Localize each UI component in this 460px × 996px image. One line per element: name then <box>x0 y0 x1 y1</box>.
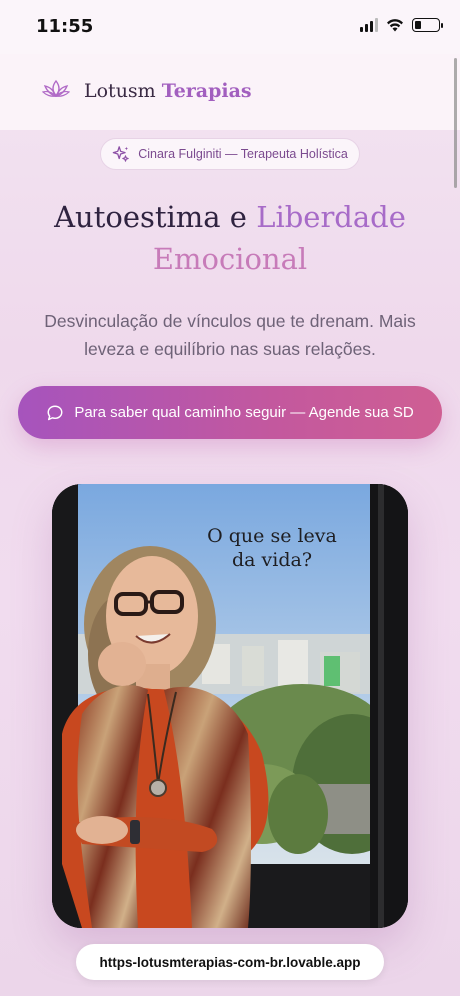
schedule-session-label: Para saber qual caminho seguir — Agende … <box>74 404 414 421</box>
schedule-session-button[interactable]: Para saber qual caminho seguir — Agende … <box>18 386 442 439</box>
cellular-signal-icon <box>360 18 378 32</box>
wifi-icon <box>387 19 403 32</box>
browser-url-bar[interactable]: https-lotusmterapias-com-br.lovable.app <box>76 944 384 980</box>
therapist-badge: Cinara Fulginiti — Terapeuta Holística <box>100 138 360 170</box>
hero-title-part2: Liberdade <box>256 200 406 234</box>
status-icons <box>360 18 443 32</box>
hero-title-part3: Emocional <box>152 242 308 276</box>
sparkles-icon <box>112 146 129 162</box>
photo-caption: O que se leva da vida? <box>207 525 337 571</box>
status-bar: 11:55 <box>0 0 460 54</box>
hero-subtitle: Desvinculação de vínculos que te drenam.… <box>44 311 416 359</box>
battery-icon <box>412 18 443 32</box>
therapist-photo: O que se leva da vida? <box>52 484 408 928</box>
brand-name-main: Lotusm <box>84 80 162 102</box>
lotus-icon[interactable] <box>42 78 70 100</box>
brand-name-accent: Terapias <box>161 80 252 102</box>
site-header: Lotusm Terapias <box>0 54 460 130</box>
chat-bubble-icon <box>47 405 63 420</box>
scrollbar[interactable] <box>454 58 457 188</box>
therapist-badge-text: Cinara Fulginiti — Terapeuta Holística <box>138 147 348 161</box>
status-time: 11:55 <box>36 16 94 37</box>
brand-name[interactable]: Lotusm Terapias <box>84 80 252 102</box>
hero-title-part1: Autoestima e <box>54 200 257 234</box>
hero-title: Autoestima e Liberdade Emocional <box>20 196 440 280</box>
